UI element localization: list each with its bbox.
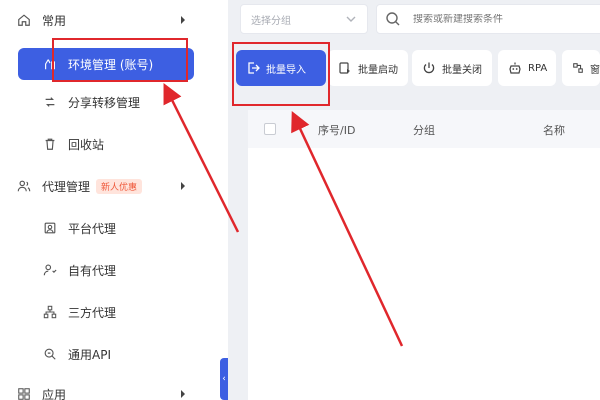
- app-window: 常用 环境管理 (账号) 分享转移管理 回收站 代理管理 新人优惠 平台代理 自…: [0, 0, 600, 400]
- chevron-right-icon: [181, 16, 185, 24]
- chevron-down-icon: [346, 16, 356, 22]
- batch-close-button[interactable]: 批量关闭: [412, 50, 492, 86]
- chevron-right-icon: [181, 390, 185, 398]
- start-icon: [339, 62, 350, 74]
- sidebar-group-label: 应用: [42, 387, 67, 400]
- power-icon: [423, 62, 435, 74]
- sidebar-group-proxy[interactable]: 代理管理 新人优惠: [0, 170, 200, 202]
- more-label: 窗: [590, 64, 600, 76]
- user-icon: [42, 56, 58, 72]
- sidebar-group-label: 常用: [42, 13, 67, 28]
- import-icon: [248, 62, 260, 74]
- sidebar-group-apps[interactable]: 应用: [0, 378, 200, 400]
- chevron-left-icon: ‹: [222, 374, 226, 384]
- sidebar-collapse-handle[interactable]: ‹: [220, 358, 228, 400]
- server-icon: [42, 220, 58, 236]
- batch-start-button[interactable]: 批量启动: [328, 50, 408, 86]
- column-header-group[interactable]: 分组: [413, 122, 435, 138]
- search-box[interactable]: [376, 4, 600, 34]
- chevron-right-icon: [181, 182, 185, 190]
- sidebar-item-label: 自有代理: [68, 263, 117, 278]
- rpa-label: RPA: [528, 62, 548, 74]
- sidebar-item-label: 环境管理 (账号): [68, 57, 154, 72]
- toolbar: 批量导入 批量启动 批量关闭 RPA 窗: [228, 40, 600, 96]
- sidebar-item-general-api[interactable]: 通用API: [16, 338, 196, 370]
- user-group-icon: [16, 178, 32, 194]
- robot-icon: [509, 62, 521, 74]
- sidebar-item-label: 三方代理: [68, 305, 117, 320]
- sidebar: 常用 环境管理 (账号) 分享转移管理 回收站 代理管理 新人优惠 平台代理 自…: [0, 0, 228, 400]
- sidebar-item-recycle-bin[interactable]: 回收站: [16, 128, 196, 160]
- column-header-id[interactable]: 序号/ID: [318, 122, 355, 138]
- filter-bar: 选择分组: [236, 0, 600, 40]
- column-header-name[interactable]: 名称: [543, 122, 565, 138]
- sidebar-item-label: 平台代理: [68, 221, 117, 236]
- group-select[interactable]: 选择分组: [240, 4, 368, 34]
- main-content: 选择分组 批量导入 批量启动 批量关闭 RPA: [228, 0, 600, 400]
- grid-icon: [16, 386, 32, 400]
- sidebar-item-own-proxy[interactable]: 自有代理: [16, 254, 196, 286]
- window-icon: [573, 63, 583, 73]
- sidebar-group-common[interactable]: 常用: [0, 4, 200, 36]
- sidebar-item-env-mgmt[interactable]: 环境管理 (账号): [18, 48, 194, 80]
- sidebar-item-share-transfer[interactable]: 分享转移管理: [16, 86, 196, 118]
- search-api-icon: [42, 346, 58, 362]
- sidebar-item-label: 分享转移管理: [68, 95, 141, 110]
- sidebar-item-third-party-proxy[interactable]: 三方代理: [16, 296, 196, 328]
- table-body: [248, 148, 600, 400]
- trash-icon: [42, 136, 58, 152]
- batch-close-label: 批量关闭: [442, 64, 482, 76]
- batch-import-button[interactable]: 批量导入: [236, 50, 326, 86]
- group-select-placeholder: 选择分组: [251, 15, 291, 27]
- person-icon: [42, 262, 58, 278]
- select-all-checkbox[interactable]: [264, 123, 276, 135]
- sidebar-group-label: 代理管理: [42, 179, 91, 194]
- network-icon: [42, 304, 58, 320]
- sidebar-item-label: 回收站: [68, 137, 105, 152]
- transfer-icon: [42, 94, 58, 110]
- home-icon: [16, 12, 32, 28]
- table-header: 序号/ID 分组 名称: [248, 110, 600, 148]
- search-icon: [386, 12, 400, 26]
- rpa-button[interactable]: RPA: [498, 50, 556, 86]
- batch-import-label: 批量导入: [266, 64, 306, 76]
- more-button[interactable]: 窗: [562, 50, 600, 86]
- search-input[interactable]: [413, 13, 600, 25]
- promo-badge: 新人优惠: [96, 178, 143, 194]
- sidebar-item-label: 通用API: [68, 347, 111, 362]
- batch-start-label: 批量启动: [358, 64, 398, 76]
- sidebar-item-platform-proxy[interactable]: 平台代理: [16, 212, 196, 244]
